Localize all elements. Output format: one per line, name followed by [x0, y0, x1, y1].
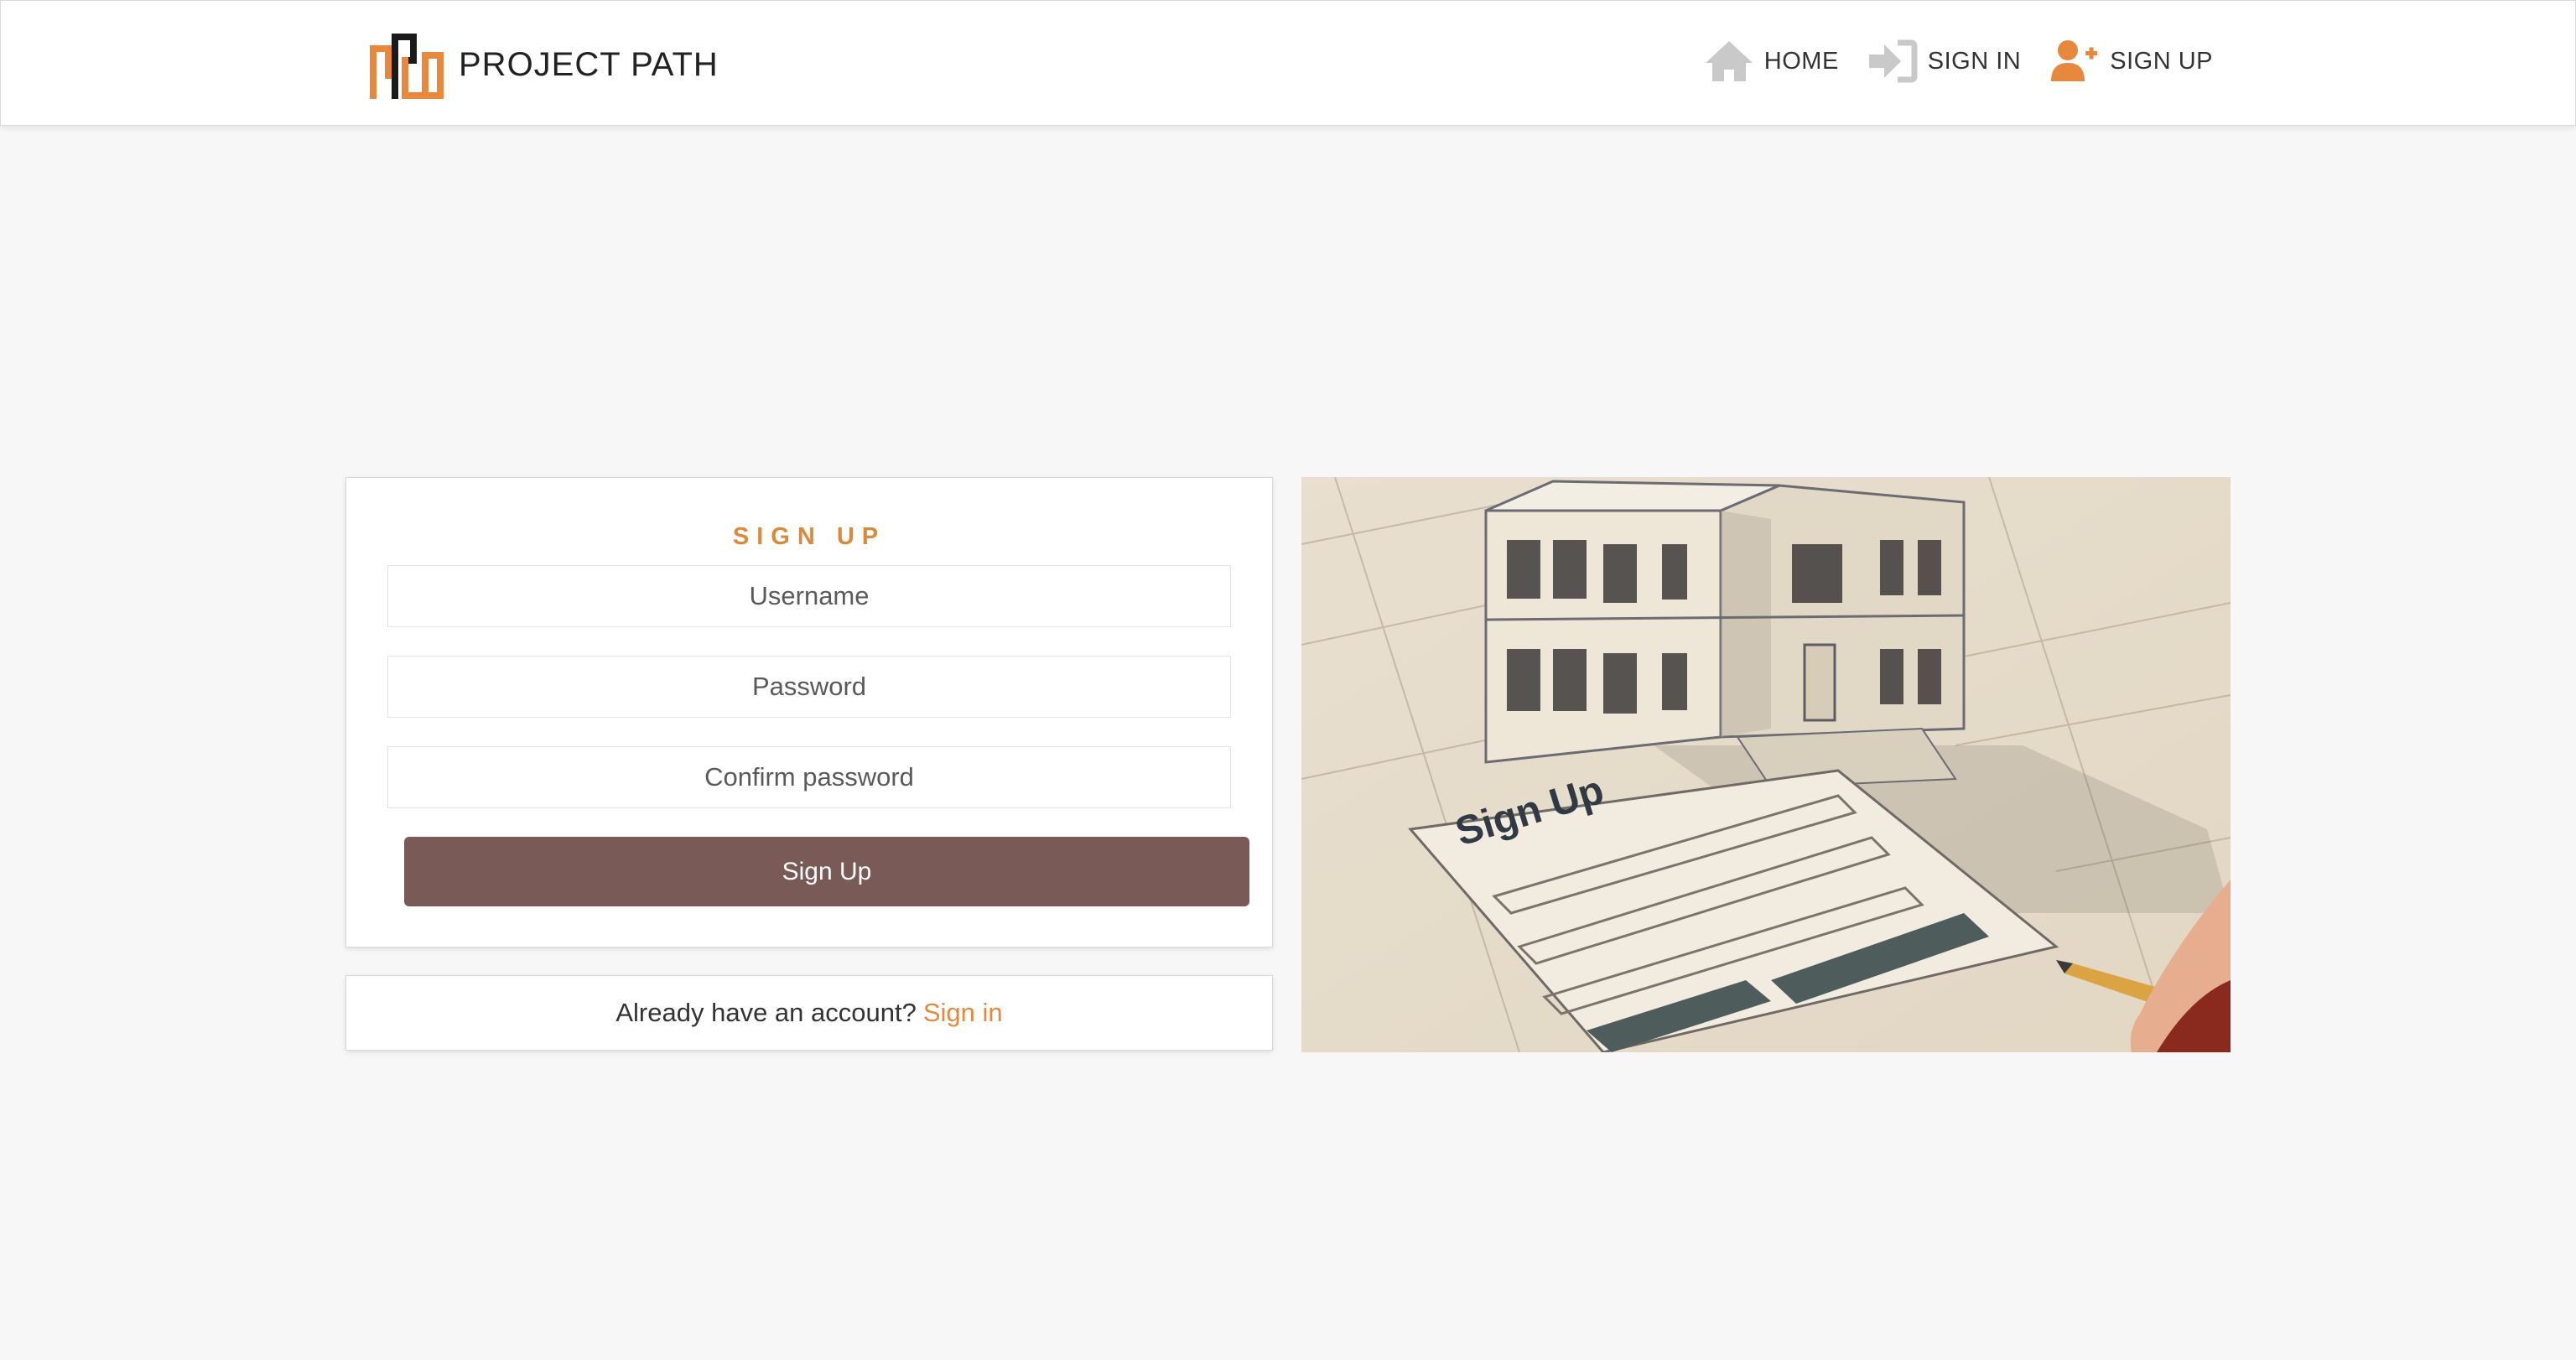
form-title: SIGN UP	[732, 523, 886, 550]
nav-sign-in[interactable]: SIGN IN	[1867, 38, 2021, 85]
signup-illustration: Sign Up	[1301, 477, 2231, 1052]
username-input[interactable]	[387, 565, 1231, 627]
home-icon	[1705, 41, 1753, 81]
building-logo-icon	[370, 34, 444, 99]
sign-in-prompt-text: Already have an account?	[615, 998, 917, 1027]
main-nav: HOME SIGN IN SIGN UP	[1675, 38, 2213, 85]
password-input[interactable]	[387, 656, 1231, 718]
nav-sign-in-label: SIGN IN	[1927, 47, 2022, 75]
sign-up-button[interactable]: Sign Up	[404, 837, 1249, 906]
user-plus-icon	[2051, 40, 2098, 81]
sign-in-link[interactable]: Sign in	[923, 998, 1003, 1028]
nav-home[interactable]: HOME	[1704, 38, 1839, 85]
top-navbar: PROJECT PATH HOME SIGN IN SIGN UP	[0, 0, 2576, 126]
confirm-password-input[interactable]	[387, 746, 1231, 808]
signup-card: SIGN UP Sign Up	[345, 477, 1273, 947]
nav-sign-up-label: SIGN UP	[2110, 47, 2213, 75]
sign-in-icon	[1868, 39, 1918, 83]
brand-name: PROJECT PATH	[459, 45, 719, 83]
nav-home-label: HOME	[1763, 47, 1839, 75]
sign-in-prompt-card: Already have an account? Sign in	[345, 975, 1273, 1051]
nav-sign-up[interactable]: SIGN UP	[2049, 38, 2213, 85]
brand[interactable]: PROJECT PATH	[366, 26, 719, 103]
